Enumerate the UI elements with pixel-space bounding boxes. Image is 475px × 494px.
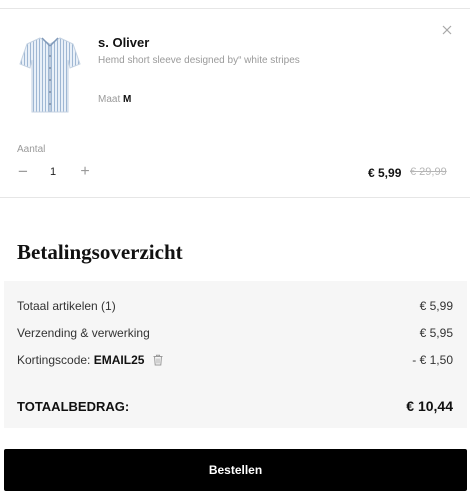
items-total-value: € 5,99	[419, 299, 453, 313]
shipping-label: Verzending & verwerking	[17, 326, 150, 340]
summary-title: Betalingsoverzicht	[17, 240, 183, 264]
shipping-value: € 5,95	[419, 326, 453, 340]
discount-code: EMAIL25	[93, 353, 145, 367]
discount-value: - € 1,50	[412, 353, 453, 367]
original-price: € 29,99	[410, 166, 447, 178]
current-price: € 5,99	[368, 166, 402, 180]
product-description: Hemd short sleeve designed by“ white str…	[98, 55, 300, 66]
order-button[interactable]: Bestellen	[4, 449, 467, 491]
close-icon[interactable]	[439, 22, 455, 38]
total-value: € 10,44	[406, 398, 453, 414]
product-size: Maat M	[98, 94, 131, 105]
size-value: M	[123, 94, 132, 105]
quantity-value[interactable]: 1	[50, 166, 56, 178]
quantity-decrease-button[interactable]: −	[14, 163, 32, 181]
items-total-label: Totaal artikelen (1)	[17, 299, 116, 313]
discount-label: Kortingscode: EMAIL25	[17, 353, 164, 367]
total-label: TOTAALBEDRAG:	[17, 399, 130, 414]
section-divider	[0, 197, 470, 198]
payment-summary: Totaal artikelen (1) € 5,99 Verzending &…	[4, 281, 467, 428]
quantity-increase-button[interactable]: +	[76, 163, 94, 181]
product-brand: s. Oliver	[98, 35, 150, 50]
order-button-label: Bestellen	[208, 463, 263, 477]
shirt-icon	[19, 37, 81, 113]
size-label: Maat	[98, 94, 121, 105]
discount-text: Kortingscode:	[17, 353, 91, 367]
top-divider	[0, 8, 470, 9]
quantity-label: Aantal	[17, 144, 46, 155]
trash-icon[interactable]	[152, 354, 164, 366]
